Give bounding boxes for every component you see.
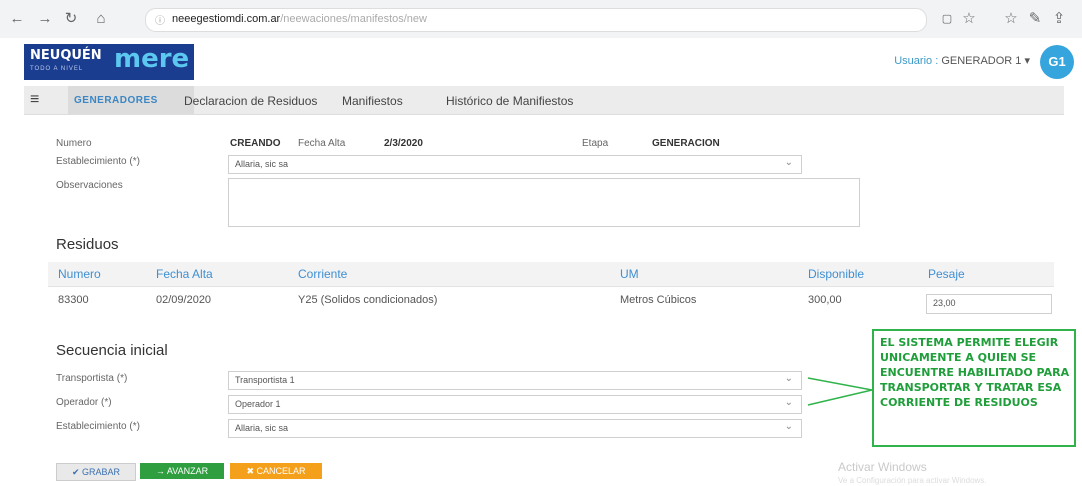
activate-windows-watermark: Activar Windows (838, 460, 927, 474)
fecha-alta-value: 2/3/2020 (384, 138, 423, 149)
url-path: /neewaciones/manifestos/new (280, 13, 427, 25)
user-caret-icon: ▾ (1024, 55, 1030, 67)
operador-label: Operador (*) (56, 397, 112, 408)
cell-corriente: Y25 (Solidos condicionados) (298, 294, 438, 306)
secuencia-title: Secuencia inicial (56, 342, 168, 359)
annotation-arrows (807, 377, 873, 406)
app-logo[interactable]: NEUQUÉN TODO A NIVEL mere (24, 44, 194, 80)
activate-windows-subtext: Ve a Configuración para activar Windows. (838, 476, 987, 485)
establecimiento-destino-select[interactable]: Allaria, sic sa ⌄ (228, 419, 802, 438)
pesaje-value: 23,00 (933, 298, 956, 308)
logo-neuquen-subtext: TODO A NIVEL (30, 66, 84, 72)
column-header-numero[interactable]: Numero (58, 267, 101, 281)
menu-item-generadores[interactable]: GENERADORES (74, 95, 158, 106)
logo-neuquen-text: NEUQUÉN (30, 48, 102, 63)
main-menu: ≡ GENERADORES Declaracion de Residuos Ma… (24, 86, 1064, 115)
observaciones-label: Observaciones (56, 180, 123, 191)
transportista-select[interactable]: Transportista 1 ⌄ (228, 371, 802, 390)
avanzar-button[interactable]: → AVANZAR (140, 463, 224, 479)
favorites-icon[interactable]: ☆ (1000, 8, 1022, 30)
column-header-fecha[interactable]: Fecha Alta (156, 267, 213, 281)
url-text: neeegestiomdi.com.ar/neewaciones/manifes… (172, 13, 427, 25)
observaciones-textarea[interactable] (228, 178, 860, 227)
column-header-disponible[interactable]: Disponible (808, 267, 864, 281)
browser-toolbar: ← → ↻ ⌂ ⓘ neeegestiomdi.com.ar/neewacion… (0, 0, 1082, 39)
establecimiento-destino-selected: Allaria, sic sa (235, 423, 289, 433)
home-icon[interactable]: ⌂ (90, 8, 112, 30)
annotation-callout: EL SISTEMA PERMITE ELEGIR UNICAMENTE A Q… (872, 329, 1076, 447)
site-info-icon[interactable]: ⓘ (155, 12, 165, 27)
establecimiento-label: Establecimiento (*) (56, 156, 140, 167)
etapa-value: GENERACION (652, 138, 720, 149)
cell-fecha: 02/09/2020 (156, 294, 212, 306)
menu-item-manifiestos[interactable]: Manifiestos (342, 94, 403, 108)
url-domain: neeegestiomdi.com.ar (172, 13, 281, 25)
logo-mere-text: mere (114, 44, 190, 74)
user-menu[interactable]: Usuario : GENERADOR 1 ▾ (894, 54, 1030, 67)
address-bar[interactable]: ⓘ neeegestiomdi.com.ar/neewaciones/manif… (145, 8, 927, 32)
user-prefix: Usuario : (894, 55, 939, 67)
favorite-star-icon[interactable]: ☆ (958, 8, 980, 30)
chevron-down-icon: ⌄ (784, 373, 793, 384)
transportista-label: Transportista (*) (56, 373, 128, 384)
table-row: 83300 02/09/2020 Y25 (Solidos condiciona… (48, 288, 1054, 314)
chevron-down-icon: ⌄ (784, 397, 793, 408)
numero-value: CREANDO (230, 138, 281, 149)
menu-item-declaracion[interactable]: Declaracion de Residuos (184, 94, 317, 108)
back-arrow-icon[interactable]: ← (6, 8, 28, 30)
app-header: NEUQUÉN TODO A NIVEL mere Usuario : GENE… (0, 38, 1082, 86)
column-header-pesaje[interactable]: Pesaje (928, 267, 965, 281)
annotation-text: EL SISTEMA PERMITE ELEGIR UNICAMENTE A Q… (880, 336, 1070, 409)
residuos-title: Residuos (56, 236, 119, 253)
grabar-button[interactable]: ✔ GRABAR (56, 463, 136, 481)
column-header-um[interactable]: UM (620, 267, 639, 281)
operador-selected: Operador 1 (235, 399, 281, 409)
cancelar-button[interactable]: ✖ CANCELAR (230, 463, 322, 479)
cell-um: Metros Cúbicos (620, 294, 697, 306)
residuos-table-header: Numero Fecha Alta Corriente UM Disponibl… (48, 262, 1054, 287)
cell-disponible: 300,00 (808, 294, 842, 306)
reload-icon[interactable]: ↻ (60, 8, 82, 30)
fecha-alta-label: Fecha Alta (298, 138, 346, 149)
establecimiento-select[interactable]: Allaria, sic sa ⌄ (228, 155, 802, 174)
pesaje-input[interactable]: 23,00 (926, 294, 1052, 314)
operador-select[interactable]: Operador 1 ⌄ (228, 395, 802, 414)
column-header-corriente[interactable]: Corriente (298, 267, 347, 281)
hamburger-menu-icon[interactable]: ≡ (30, 91, 39, 109)
numero-label: Numero (56, 138, 92, 149)
share-icon[interactable]: ⇪ (1048, 8, 1070, 30)
menu-item-historico[interactable]: Histórico de Manifiestos (446, 94, 573, 108)
chevron-down-icon: ⌄ (784, 157, 793, 168)
reading-view-icon[interactable]: ▢ (936, 8, 958, 30)
avatar[interactable]: G1 (1040, 45, 1074, 79)
forward-arrow-icon[interactable]: → (34, 8, 56, 30)
chevron-down-icon: ⌄ (784, 421, 793, 432)
establecimiento-selected: Allaria, sic sa (235, 159, 289, 169)
pen-icon[interactable]: ✎ (1024, 8, 1046, 30)
user-name: GENERADOR 1 (941, 55, 1022, 67)
etapa-label: Etapa (582, 138, 609, 149)
cell-numero: 83300 (58, 294, 89, 306)
establecimiento-destino-label: Establecimiento (*) (56, 421, 140, 432)
transportista-selected: Transportista 1 (235, 375, 295, 385)
